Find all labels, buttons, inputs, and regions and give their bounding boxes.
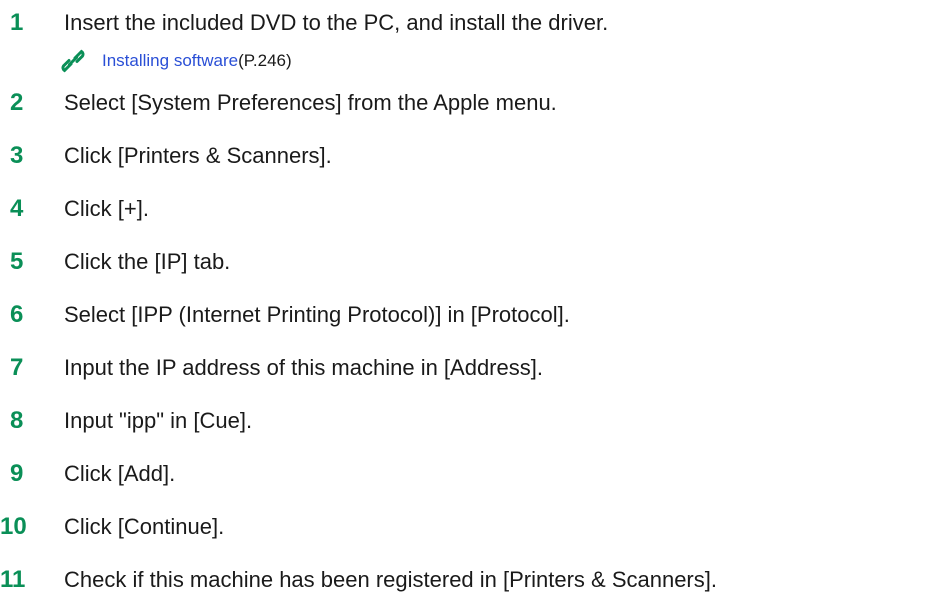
step-text: Select [IPP (Internet Printing Protocol)… [64,302,570,327]
step-text: Select [System Preferences] from the App… [64,90,557,115]
step-text: Click the [IP] tab. [64,249,231,274]
step-number: 3 [10,142,24,169]
step-6: 6 Select [IPP (Internet Printing Protoco… [0,298,933,332]
step-text: Input "ipp" in [Cue]. [64,408,253,433]
step-text: Click [Add]. [64,461,176,486]
step-1: 1 Insert the included DVD to the PC, and… [0,6,933,40]
step-number: 8 [10,407,24,434]
step-9: 9 Click [Add]. [0,457,933,491]
step-3: 3 Click [Printers & Scanners]. [0,139,933,173]
step-number: 5 [10,248,24,275]
step-text: Click [+]. [64,196,149,221]
step-text: Check if this machine has been registere… [64,567,717,592]
step-4: 4 Click [+]. [0,192,933,226]
step-11: 11 Check if this machine has been regist… [0,563,933,597]
step-number: 7 [10,354,24,381]
step-5: 5 Click the [IP] tab. [0,245,933,279]
step-number: 4 [10,195,24,222]
step-10: 10 Click [Continue]. [0,510,933,544]
step-number: 2 [10,89,24,116]
procedure-steps: 1 Insert the included DVD to the PC, and… [0,0,933,610]
step-number: 9 [10,460,24,487]
installing-software-link[interactable]: Installing software [102,51,238,71]
step-text: Input the IP address of this machine in … [64,355,543,380]
reference-link-row: Installing software (P.246) [60,47,292,75]
step-number: 6 [10,301,24,328]
step-2: 2 Select [System Preferences] from the A… [0,86,933,120]
step-text: Click [Printers & Scanners]. [64,143,332,168]
step-text: Click [Continue]. [64,514,225,539]
step-7: 7 Input the IP address of this machine i… [0,351,933,385]
page-reference: (P.246) [238,51,292,70]
step-number: 11 [0,566,26,593]
step-number: 1 [10,9,24,36]
link-icon [60,48,86,74]
step-text: Insert the included DVD to the PC, and i… [64,10,609,35]
step-number: 10 [0,513,27,540]
step-8: 8 Input "ipp" in [Cue]. [0,404,933,438]
